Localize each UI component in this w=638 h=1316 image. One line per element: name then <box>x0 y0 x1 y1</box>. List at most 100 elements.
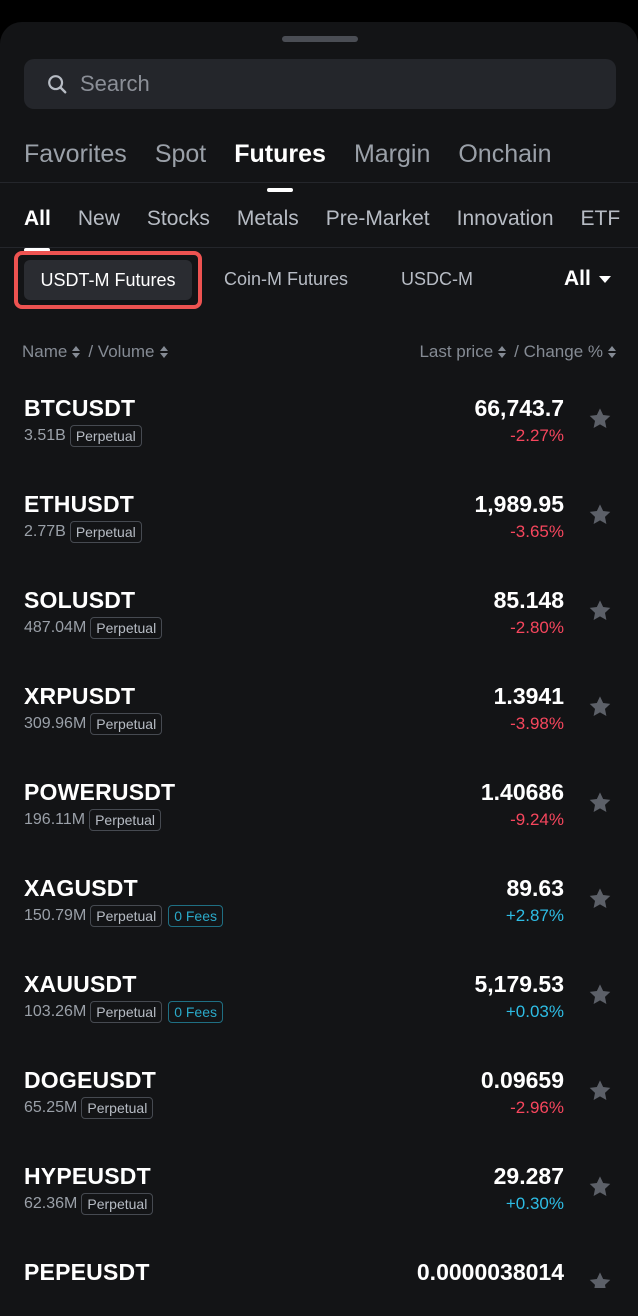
ticker-row[interactable]: DOGEUSDT 65.25M Perpetual 0.09659 -2.96% <box>0 1040 638 1136</box>
filter-all-dropdown[interactable]: All <box>564 267 611 291</box>
perpetual-badge: Perpetual <box>81 1193 154 1215</box>
star-icon[interactable] <box>587 694 613 720</box>
sort-icon <box>72 346 81 358</box>
ticker-row[interactable]: ETHUSDT 2.77B Perpetual 1,989.95 -3.65% <box>0 464 638 560</box>
ticker-symbol: SOLUSDT <box>24 587 136 613</box>
filter-usdc-m[interactable]: USDC-M <box>401 269 475 290</box>
ticker-last-price: 0.0000038014 <box>416 1259 564 1285</box>
ticker-last-price: 1,989.95 <box>474 491 564 517</box>
perpetual-badge: Perpetual <box>90 1001 163 1023</box>
ticker-symbol: XRPUSDT <box>24 683 136 709</box>
perpetual-badge: Perpetual <box>89 809 162 831</box>
ticker-change-percent: -2.96% <box>510 1098 564 1117</box>
market-category-tabs: Favorites Spot Futures Margin Onchain <box>24 134 579 174</box>
perpetual-badge: Perpetual <box>90 905 163 927</box>
ticker-change-percent: -2.27% <box>510 426 564 445</box>
sort-icon <box>498 346 507 358</box>
ticker-meta: 309.96M Perpetual <box>24 712 168 736</box>
ticker-meta: 150.79M Perpetual 0 Fees <box>24 904 229 928</box>
star-icon[interactable] <box>587 1174 613 1200</box>
ticker-last-price: 66,743.7 <box>474 395 564 421</box>
ticker-symbol: BTCUSDT <box>24 395 136 421</box>
star-icon[interactable] <box>587 502 613 528</box>
subtab-new[interactable]: New <box>78 204 120 234</box>
tab-margin[interactable]: Margin <box>354 136 430 172</box>
sort-last-price[interactable]: Last price <box>419 342 493 362</box>
subtab-all[interactable]: All <box>24 204 51 252</box>
subtab-metals[interactable]: Metals <box>237 204 299 234</box>
ticker-symbol: DOGEUSDT <box>24 1067 156 1093</box>
star-icon[interactable] <box>587 598 613 624</box>
filter-all-label: All <box>564 267 591 290</box>
sort-volume[interactable]: / Volume <box>88 342 154 362</box>
ticker-symbol: HYPEUSDT <box>24 1163 151 1189</box>
ticker-meta: 2.77B Perpetual <box>24 520 148 544</box>
filter-coin-m-futures[interactable]: Coin-M Futures <box>224 269 348 290</box>
sort-change[interactable]: / Change % <box>514 342 603 362</box>
ticker-meta: 196.11M Perpetual <box>24 808 167 832</box>
tab-spot[interactable]: Spot <box>155 136 206 172</box>
ticker-change-percent: +2.87% <box>505 906 564 925</box>
ticker-meta: 3.51B Perpetual <box>24 424 148 448</box>
ticker-volume: 3.51B <box>24 427 66 444</box>
subtab-innovation[interactable]: Innovation <box>457 204 554 234</box>
search-input[interactable] <box>80 71 560 97</box>
perpetual-badge: Perpetual <box>69 521 142 543</box>
ticker-symbol: POWERUSDT <box>24 779 176 805</box>
ticker-row[interactable]: HYPEUSDT 62.36M Perpetual 29.287 +0.30% <box>0 1136 638 1232</box>
ticker-change-percent: +0.30% <box>505 1194 564 1213</box>
ticker-volume: 65.25M <box>24 1099 78 1116</box>
fees-badge: 0 Fees <box>168 1001 224 1023</box>
ticker-row[interactable]: SOLUSDT 487.04M Perpetual 85.148 -2.80% <box>0 560 638 656</box>
ticker-last-price: 29.287 <box>493 1163 564 1189</box>
ticker-meta: 103.26M Perpetual 0 Fees <box>24 1000 229 1024</box>
star-icon[interactable] <box>587 790 613 816</box>
ticker-row[interactable]: XAUUSDT 103.26M Perpetual 0 Fees 5,179.53 +0.… <box>0 944 638 1040</box>
ticker-change-percent: -9.24% <box>510 810 564 829</box>
subtab-pre-market[interactable]: Pre-Market <box>326 204 430 234</box>
ticker-row[interactable]: XRPUSDT 309.96M Perpetual 1.3941 -3.98% <box>0 656 638 752</box>
sort-icon <box>608 346 616 358</box>
tab-favorites[interactable]: Favorites <box>24 136 127 172</box>
star-icon[interactable] <box>587 1078 613 1104</box>
ticker-last-price: 89.63 <box>506 875 564 901</box>
subtab-stocks[interactable]: Stocks <box>147 204 210 234</box>
ticker-row[interactable]: BTCUSDT 3.51B Perpetual 66,743.7 -2.27% <box>0 368 638 464</box>
star-icon[interactable] <box>587 982 613 1008</box>
caret-down-icon <box>598 275 611 283</box>
star-icon[interactable] <box>587 1270 613 1288</box>
star-icon[interactable] <box>587 406 613 432</box>
ticker-list: BTCUSDT 3.51B Perpetual 66,743.7 -2.27% ETHUS… <box>0 368 638 1288</box>
perpetual-badge: Perpetual <box>69 425 142 447</box>
ticker-row[interactable]: XAGUSDT 150.79M Perpetual 0 Fees 89.63 +2.87% <box>0 848 638 944</box>
ticker-row[interactable]: POWERUSDT 196.11M Perpetual 1.40686 -9.24% <box>0 752 638 848</box>
contract-type-filter: USDT-M Futures Coin-M Futures USDC-M All <box>0 250 638 310</box>
ticker-symbol: ETHUSDT <box>24 491 135 517</box>
ticker-last-price: 0.09659 <box>480 1067 564 1093</box>
ticker-symbol: XAUUSDT <box>24 971 137 997</box>
ticker-symbol: XAGUSDT <box>24 875 138 901</box>
ticker-last-price: 5,179.53 <box>474 971 564 997</box>
ticker-change-percent: -2.80% <box>510 618 564 637</box>
perpetual-badge: Perpetual <box>81 1097 154 1119</box>
subtab-etf[interactable]: ETF <box>581 204 621 234</box>
subtabs-divider <box>0 247 638 248</box>
ticker-change-percent: -3.98% <box>510 714 564 733</box>
search-bar[interactable] <box>24 59 616 109</box>
filter-usdt-m-futures[interactable]: USDT-M Futures <box>24 260 192 300</box>
tabs-divider <box>0 182 638 183</box>
bottom-area <box>0 1288 638 1316</box>
star-icon[interactable] <box>587 886 613 912</box>
ticker-volume: 309.96M <box>24 715 87 732</box>
ticker-volume: 103.26M <box>24 1003 87 1020</box>
tab-futures[interactable]: Futures <box>234 136 326 172</box>
ticker-row[interactable]: PEPEUSDT 0.0000038014 <box>0 1232 638 1288</box>
search-icon <box>48 75 67 94</box>
perpetual-badge: Perpetual <box>90 713 163 735</box>
tab-onchain[interactable]: Onchain <box>458 136 551 172</box>
sort-name[interactable]: Name <box>22 342 67 362</box>
ticker-volume: 196.11M <box>24 811 86 828</box>
ticker-volume: 487.04M <box>24 619 87 636</box>
drag-handle[interactable] <box>282 36 358 42</box>
ticker-volume: 2.77B <box>24 523 66 540</box>
